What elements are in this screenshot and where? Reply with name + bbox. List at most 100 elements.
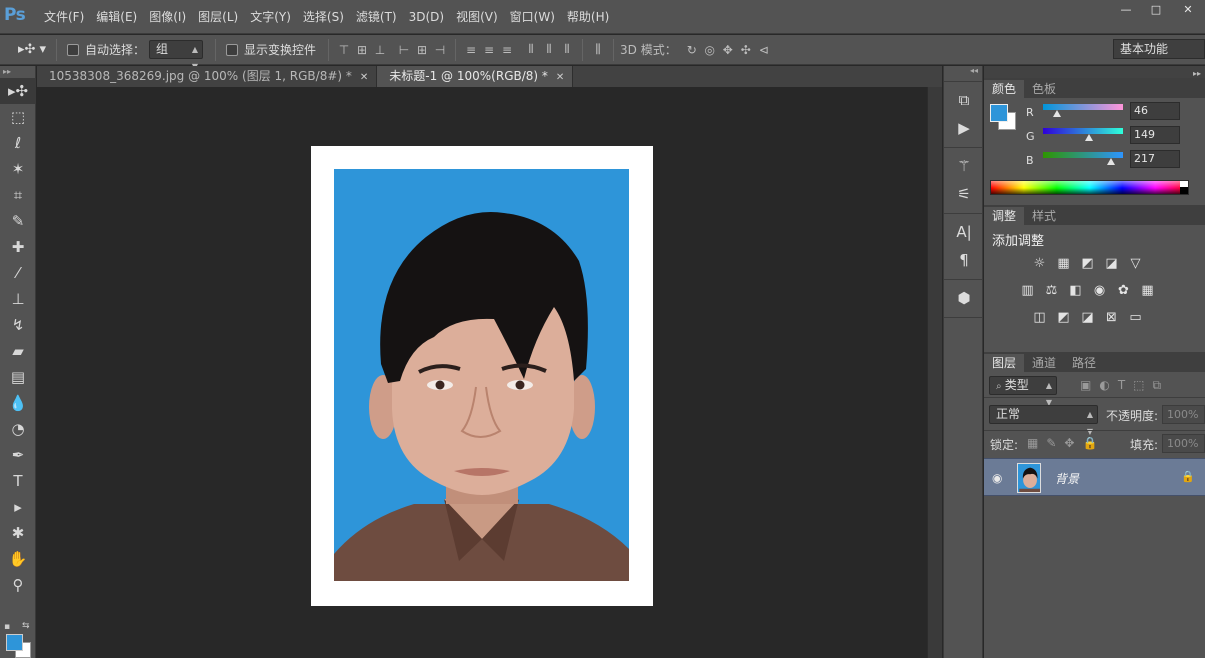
eyedropper-tool-icon[interactable]: ✎ bbox=[0, 208, 36, 234]
filter-shape-icon[interactable]: ⬚ bbox=[1133, 378, 1144, 393]
align-left-icon[interactable]: ⊢ bbox=[395, 41, 413, 59]
layer-name[interactable]: 背景 bbox=[1055, 470, 1079, 487]
distribute-bottom-icon[interactable]: ≡ bbox=[498, 41, 516, 59]
align-bottom-icon[interactable]: ⊥ bbox=[371, 41, 389, 59]
close-tab-icon[interactable]: ✕ bbox=[556, 72, 564, 83]
auto-select-dropdown[interactable]: 组 ▲▼ bbox=[149, 40, 204, 71]
vertical-scrollbar[interactable] bbox=[927, 87, 942, 658]
blue-slider[interactable]: B 217 bbox=[984, 150, 1205, 174]
menu-view[interactable]: 视图(V) bbox=[450, 6, 504, 28]
tab-color[interactable]: 颜色 bbox=[984, 80, 1025, 98]
invert-icon[interactable]: ◫ bbox=[1031, 309, 1048, 326]
3d-pan-icon[interactable]: ✥ bbox=[719, 41, 737, 59]
hand-tool-icon[interactable]: ✋ bbox=[0, 546, 36, 572]
workspace-selector[interactable]: 基本功能 bbox=[1113, 39, 1205, 59]
show-transform-checkbox[interactable] bbox=[226, 43, 239, 56]
menu-edit[interactable]: 编辑(E) bbox=[90, 6, 143, 28]
pen-tool-icon[interactable]: ✒ bbox=[0, 442, 36, 468]
auto-select-checkbox[interactable] bbox=[67, 43, 79, 56]
blue-value[interactable]: 217 bbox=[1130, 150, 1180, 168]
filter-smart-object-icon[interactable]: ⧉ bbox=[1153, 378, 1162, 393]
opacity-input[interactable]: 100% bbox=[1162, 405, 1205, 424]
menu-filter[interactable]: 滤镜(T) bbox=[350, 6, 403, 28]
history-brush-tool-icon[interactable]: ↯ bbox=[0, 312, 36, 338]
distribute-vcenter-icon[interactable]: ≡ bbox=[480, 41, 498, 59]
lock-position-icon[interactable]: ✥ bbox=[1064, 436, 1074, 450]
green-thumb[interactable] bbox=[1085, 134, 1094, 141]
minimize-button[interactable]: — bbox=[1111, 0, 1141, 18]
align-hcenter-icon[interactable]: ⊞ bbox=[413, 41, 431, 59]
stamp-tool-icon[interactable]: ⊥ bbox=[0, 286, 36, 312]
lock-transparent-icon[interactable]: ▦ bbox=[1027, 436, 1038, 450]
move-tool-icon[interactable]: ▸✣ bbox=[0, 78, 36, 104]
3d-slide-icon[interactable]: ✣ bbox=[737, 41, 755, 59]
channel-mixer-icon[interactable]: ✿ bbox=[1115, 282, 1132, 299]
foreground-color-swatch[interactable] bbox=[6, 634, 23, 651]
tab-swatches[interactable]: 色板 bbox=[1024, 80, 1064, 98]
blur-tool-icon[interactable]: 💧 bbox=[0, 390, 36, 416]
menu-help[interactable]: 帮助(H) bbox=[561, 6, 615, 28]
curves-icon[interactable]: ◩ bbox=[1079, 255, 1096, 272]
menu-3d[interactable]: 3D(D) bbox=[403, 6, 450, 28]
red-slider[interactable]: R 46 bbox=[984, 102, 1205, 126]
threshold-icon[interactable]: ◪ bbox=[1079, 309, 1096, 326]
distribute-top-icon[interactable]: ≡ bbox=[462, 41, 480, 59]
gradient-tool-icon[interactable]: ▤ bbox=[0, 364, 36, 390]
menu-select[interactable]: 选择(S) bbox=[297, 6, 350, 28]
green-value[interactable]: 149 bbox=[1130, 126, 1180, 144]
tab-channels[interactable]: 通道 bbox=[1024, 354, 1064, 372]
panel-grip-icon[interactable]: ▸▸ bbox=[0, 66, 35, 78]
3d-roll-icon[interactable]: ◎ bbox=[701, 41, 719, 59]
path-select-tool-icon[interactable]: ▸ bbox=[0, 494, 36, 520]
posterize-icon[interactable]: ◩ bbox=[1055, 309, 1072, 326]
tab-paths[interactable]: 路径 bbox=[1064, 354, 1104, 372]
color-spectrum-bar[interactable] bbox=[990, 180, 1189, 195]
menu-type[interactable]: 文字(Y) bbox=[244, 6, 297, 28]
color-lookup-icon[interactable]: ▦ bbox=[1139, 282, 1156, 299]
close-tab-icon[interactable]: ✕ bbox=[360, 72, 368, 83]
maximize-button[interactable]: □ bbox=[1141, 0, 1171, 18]
3d-scale-icon[interactable]: ⊲ bbox=[755, 41, 773, 59]
levels-icon[interactable]: ▦ bbox=[1055, 255, 1072, 272]
actions-panel-icon[interactable]: ▶ bbox=[944, 114, 984, 142]
document-canvas[interactable] bbox=[311, 146, 653, 606]
exposure-icon[interactable]: ◪ bbox=[1103, 255, 1120, 272]
menu-window[interactable]: 窗口(W) bbox=[504, 6, 561, 28]
align-top-icon[interactable]: ⊤ bbox=[335, 41, 353, 59]
magic-wand-tool-icon[interactable]: ✶ bbox=[0, 156, 36, 182]
lasso-tool-icon[interactable]: ℓ bbox=[0, 130, 36, 156]
brush-panel-icon[interactable]: ⚚ bbox=[944, 152, 984, 180]
default-colors-icon[interactable]: ▪ bbox=[4, 622, 10, 632]
blend-mode-dropdown[interactable]: 正常 ▲ ▼ bbox=[989, 405, 1098, 436]
type-tool-icon[interactable]: T bbox=[0, 468, 36, 494]
canvas-area[interactable] bbox=[37, 87, 927, 658]
menu-layer[interactable]: 图层(L) bbox=[192, 6, 244, 28]
brush-presets-icon[interactable]: ⚟ bbox=[944, 180, 984, 208]
paragraph-panel-icon[interactable]: ¶ bbox=[944, 246, 984, 274]
crop-tool-icon[interactable]: ⌗ bbox=[0, 182, 36, 208]
shape-tool-icon[interactable]: ✱ bbox=[0, 520, 36, 546]
collapse-panels-icon[interactable]: ▸▸ bbox=[1193, 69, 1201, 78]
red-value[interactable]: 46 bbox=[1130, 102, 1180, 120]
distribute-right-icon[interactable]: ⫴ bbox=[558, 41, 576, 59]
document-tab-active[interactable]: 未标题-1 @ 100%(RGB/8) * ✕ bbox=[377, 66, 574, 87]
swap-colors-icon[interactable]: ⇆ bbox=[22, 621, 30, 631]
green-slider[interactable]: G 149 bbox=[984, 126, 1205, 150]
blue-thumb[interactable] bbox=[1107, 158, 1115, 165]
tab-styles[interactable]: 样式 bbox=[1024, 207, 1064, 225]
auto-align-icon[interactable]: ⫼ bbox=[589, 41, 607, 59]
lock-pixels-icon[interactable]: ✎ bbox=[1046, 436, 1056, 450]
brush-tool-icon[interactable]: ⁄ bbox=[0, 260, 36, 286]
tab-layers[interactable]: 图层 bbox=[984, 354, 1025, 372]
healing-brush-tool-icon[interactable]: ✚ bbox=[0, 234, 36, 260]
marquee-tool-icon[interactable]: ⬚ bbox=[0, 104, 36, 130]
vibrance-icon[interactable]: ▽ bbox=[1127, 255, 1144, 272]
eraser-tool-icon[interactable]: ▰ bbox=[0, 338, 36, 364]
filter-adjustment-icon[interactable]: ◐ bbox=[1099, 378, 1109, 393]
layer-row[interactable]: ◉ 背景 🔒 bbox=[984, 458, 1205, 496]
character-panel-icon[interactable]: A| bbox=[944, 218, 984, 246]
green-track[interactable] bbox=[1043, 128, 1123, 134]
color-balance-icon[interactable]: ⚖ bbox=[1043, 282, 1060, 299]
document-tab[interactable]: 10538308_368269.jpg @ 100% (图层 1, RGB/8#… bbox=[37, 66, 378, 87]
selective-color-icon[interactable]: ⊠ bbox=[1103, 309, 1120, 326]
